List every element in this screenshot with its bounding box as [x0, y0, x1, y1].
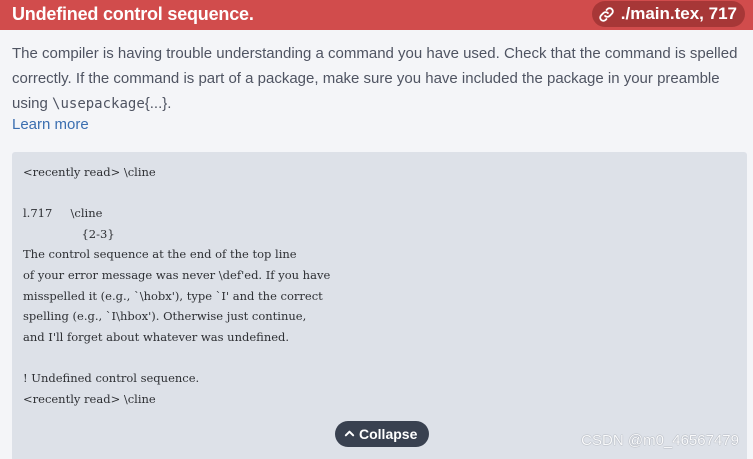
chevron-up-icon — [344, 426, 355, 442]
log-line: l.717 \cline — [23, 206, 103, 221]
collapse-label: Collapse — [359, 426, 418, 442]
error-panel: Undefined control sequence. ./main.tex, … — [0, 0, 753, 459]
log-line: of your error message was never \def'ed.… — [23, 267, 331, 282]
link-icon — [598, 6, 615, 23]
log-line: ! Undefined control sequence. — [23, 370, 200, 385]
error-description: The compiler is having trouble understan… — [12, 41, 742, 117]
error-body: The compiler is having trouble understan… — [0, 30, 753, 459]
log-line: misspelled it (e.g., `\hobx'), type `I' … — [23, 288, 323, 303]
description-code: \usepackage — [52, 96, 145, 112]
log-line: {2-3} — [23, 226, 115, 241]
error-header: Undefined control sequence. ./main.tex, … — [0, 0, 753, 30]
log-line: The control sequence at the end of the t… — [23, 247, 297, 262]
file-location-link[interactable]: ./main.tex, 717 — [591, 1, 745, 27]
file-location-label: ./main.tex, 717 — [620, 4, 737, 23]
description-text-end: {...}. — [144, 95, 172, 112]
log-line: <recently read> \cline — [23, 391, 156, 406]
log-line: spelling (e.g., `I\hbox'). Otherwise jus… — [23, 309, 307, 324]
learn-more-link[interactable]: Learn more — [12, 114, 89, 136]
log-line: and I'll forget about whatever was undef… — [23, 329, 290, 344]
raw-log-box: <recently read> \cline l.717 \cline {2-3… — [12, 152, 747, 459]
log-line: <recently read> \cline — [23, 165, 156, 179]
raw-log-text: <recently read> \cline l.717 \cline {2-3… — [23, 162, 330, 409]
watermark: CSDN @m0_46567479 — [581, 432, 739, 449]
collapse-button[interactable]: Collapse — [335, 421, 430, 447]
error-title: Undefined control sequence. — [12, 4, 254, 24]
